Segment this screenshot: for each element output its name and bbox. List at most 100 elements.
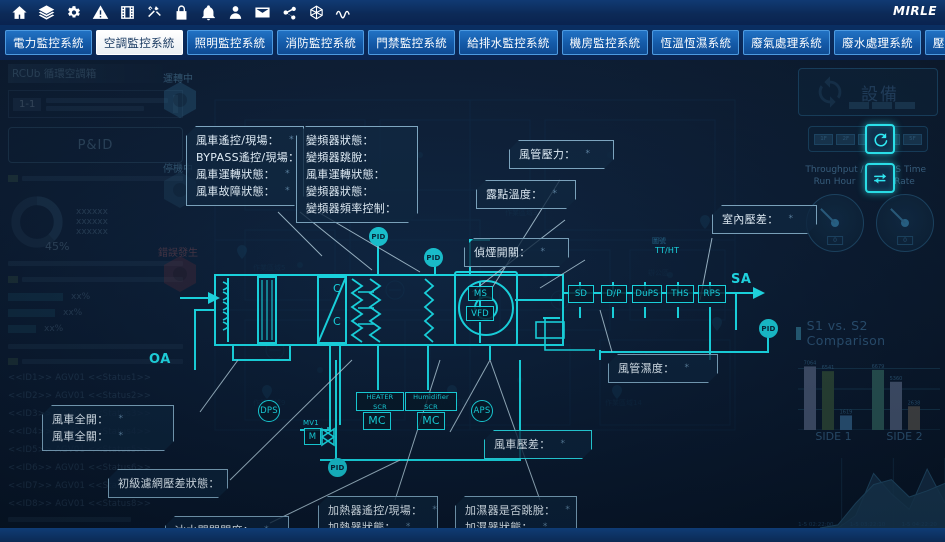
callout-row: 風車全開： * xyxy=(52,411,164,428)
callout-label: 初級濾網壓差狀態： xyxy=(118,477,220,490)
humidifier-mc-tag[interactable]: MC xyxy=(417,412,445,430)
heater-scr-tag[interactable]: HEATER SCR xyxy=(356,392,404,411)
heater-mc-tag[interactable]: MC xyxy=(363,412,391,430)
tag-sd[interactable]: SD xyxy=(568,285,594,303)
brand-logo: MIRLE xyxy=(893,4,937,18)
tools-icon[interactable] xyxy=(141,0,168,25)
tag-mv1-valve[interactable]: M xyxy=(304,428,321,445)
callout-row: 風車全關： * xyxy=(52,428,164,445)
callout-duct-pressure[interactable]: 風管壓力： * xyxy=(509,140,614,169)
pid-node-1[interactable]: PID xyxy=(369,227,388,246)
tab-10[interactable]: 壓縮乾燥空氣系統 xyxy=(924,30,945,55)
callout-label: 風車故障狀態： xyxy=(196,185,276,198)
callout-vfd-status[interactable]: 變頻器狀態： 變頻器跳脫： 風車運轉狀態： 變頻器狀態： 變頻器頻率控制： xyxy=(296,126,418,223)
callout-label: 室內壓差： xyxy=(722,213,779,226)
tag-ths[interactable]: THS xyxy=(666,285,694,303)
tag-dups[interactable]: DuPS xyxy=(632,285,662,303)
tag-rps[interactable]: RPS xyxy=(698,285,726,303)
tab-1[interactable]: 空調監控系統 xyxy=(95,30,183,55)
tag-dps[interactable]: DPS xyxy=(258,400,280,422)
callout-row: 風車故障狀態： * xyxy=(196,183,294,200)
diagram-stage: 作業區域9 作業區域12 作業區域14 作業區域5 作業區域3 辦公區 RCUb… xyxy=(0,60,945,542)
pid-node-2[interactable]: PID xyxy=(424,248,443,267)
callout-duct-humidity[interactable]: 風管濕度： * xyxy=(608,354,718,383)
valve-icon xyxy=(320,427,336,447)
tab-label: 電力監控系統 xyxy=(13,35,84,50)
trend-icon[interactable] xyxy=(330,0,357,25)
tab-label: 給排水監控系統 xyxy=(467,35,550,50)
callout-label: 風管壓力： xyxy=(519,148,576,161)
tab-label: 壓縮乾燥空氣系統 xyxy=(932,35,945,50)
callout-room-pressure[interactable]: 室內壓差： * xyxy=(712,205,817,234)
callout-value: * xyxy=(585,149,591,159)
heater-sub: SCR xyxy=(373,402,387,411)
callout-fan-open[interactable]: 風車全開： * 風車全關： * xyxy=(42,405,174,451)
oa-label: OA xyxy=(149,352,171,367)
bell-icon[interactable] xyxy=(195,0,222,25)
callout-label: 風車運轉狀態： xyxy=(306,168,386,181)
tab-7[interactable]: 恆溫恆濕系統 xyxy=(652,30,740,55)
callout-dew-point[interactable]: 露點溫度： * xyxy=(476,180,576,209)
coil-mark-bottom: C xyxy=(333,315,341,328)
gear-icon[interactable] xyxy=(60,0,87,25)
network-icon[interactable] xyxy=(303,0,330,25)
mail-icon[interactable] xyxy=(249,0,276,25)
warning-icon[interactable] xyxy=(87,0,114,25)
application-window: MIRLE 電力監控系統 空調監控系統 照明監控系統 消防監控系統 門禁監控系統 給排水監… xyxy=(0,0,945,542)
tab-0[interactable]: 電力監控系統 xyxy=(5,30,92,55)
pid-node-2-label: PID xyxy=(426,253,441,262)
tab-9[interactable]: 廢水處理系統 xyxy=(834,30,921,55)
tag-vfd[interactable]: VFD xyxy=(466,306,494,321)
humidifier-title: Humidifier xyxy=(413,392,449,401)
tag-aps[interactable]: APS xyxy=(471,400,493,422)
pid-node-3[interactable]: PID xyxy=(328,458,347,477)
share-icon[interactable] xyxy=(276,0,303,25)
callout-label: 露點溫度： xyxy=(486,188,543,201)
callout-value: * xyxy=(118,414,124,424)
callout-row: 變頻器狀態： xyxy=(306,132,408,149)
tab-4[interactable]: 門禁監控系統 xyxy=(368,30,456,55)
callout-prefilter[interactable]: 初級濾網壓差狀態： * xyxy=(108,469,228,498)
callout-value: * xyxy=(552,189,558,199)
callout-row: 風管壓力： * xyxy=(519,146,604,163)
callout-fan-control[interactable]: 風車遙控/現場： * BYPASS遙控/現場：* 風車運轉狀態： * 風車故障狀態： * xyxy=(186,126,304,206)
callout-row: 風車運轉狀態： * xyxy=(196,166,294,183)
callout-value: * xyxy=(684,363,690,373)
callout-row: 風車壓差： * xyxy=(494,436,582,453)
status-bar xyxy=(0,528,945,542)
callout-value: * xyxy=(289,135,294,145)
tag-rps-label: RPS xyxy=(703,289,721,299)
callout-label: 偵煙開關： xyxy=(474,246,531,259)
callout-label: 風車壓差： xyxy=(494,438,551,451)
callout-row: BYPASS遙控/現場：* xyxy=(196,149,294,166)
tab-2[interactable]: 照明監控系統 xyxy=(186,30,274,55)
layers-icon[interactable] xyxy=(33,0,60,25)
pid-node-1-label: PID xyxy=(371,232,386,241)
coil-mark-top: C xyxy=(333,282,341,295)
callout-label: 變頻器頻率控制： xyxy=(306,202,397,215)
callout-fan-dp[interactable]: 風車壓差： * xyxy=(484,430,592,459)
callout-smoke-switch[interactable]: 偵煙開關： * xyxy=(464,238,569,267)
tab-label: 廢水處理系統 xyxy=(842,35,913,50)
pid-node-4[interactable]: PID xyxy=(759,319,778,338)
lock-icon[interactable] xyxy=(168,0,195,25)
tag-dp-label: D/P xyxy=(606,289,622,299)
pid-node-3-label: PID xyxy=(330,463,345,472)
callout-label: 變頻器狀態： xyxy=(306,185,374,198)
tag-dp[interactable]: D/P xyxy=(601,285,627,303)
tab-8[interactable]: 廢氣處理系統 xyxy=(743,30,831,55)
tab-6[interactable]: 機房監控系統 xyxy=(561,30,649,55)
film-icon[interactable] xyxy=(114,0,141,25)
home-icon[interactable] xyxy=(6,0,33,25)
callout-value: * xyxy=(118,431,124,441)
humidifier-scr-tag[interactable]: Humidifier SCR xyxy=(405,392,457,411)
tab-label: 廢氣處理系統 xyxy=(751,35,823,50)
tab-3[interactable]: 消防監控系統 xyxy=(277,30,365,55)
tag-ms[interactable]: MS xyxy=(468,286,493,301)
sa-label: SA xyxy=(731,272,752,287)
tag-tt-ht: TT/HT xyxy=(655,246,680,255)
tag-sd-label: SD xyxy=(574,289,588,299)
tab-5[interactable]: 給排水監控系統 xyxy=(459,30,558,55)
user-icon[interactable] xyxy=(222,0,249,25)
tab-label: 門禁監控系統 xyxy=(376,35,448,50)
